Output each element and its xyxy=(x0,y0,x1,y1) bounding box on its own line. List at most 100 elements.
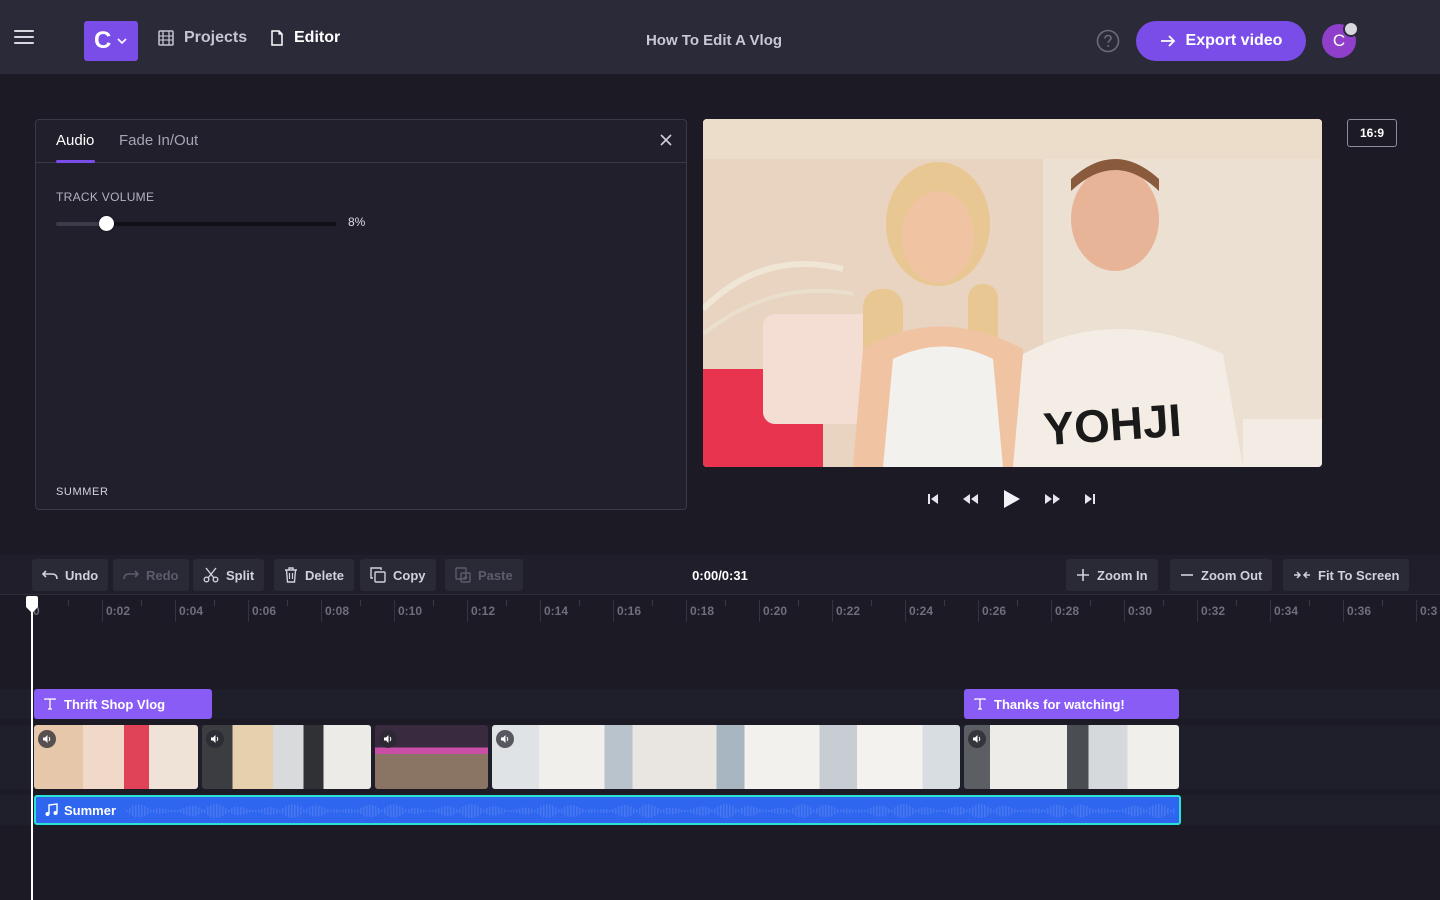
redo-button[interactable]: Redo xyxy=(113,559,189,591)
export-video-button[interactable]: Export video xyxy=(1136,21,1306,61)
waveform-bar xyxy=(279,809,281,813)
waveform-bar xyxy=(357,809,359,813)
waveform-bar xyxy=(381,809,383,813)
waveform-bar xyxy=(528,807,530,815)
waveform-bar xyxy=(825,804,827,818)
ruler-minor-tick xyxy=(506,600,507,606)
slider-thumb[interactable] xyxy=(99,216,115,231)
waveform-bar xyxy=(1020,809,1022,813)
waveform-bar xyxy=(837,809,839,813)
waveform-bar xyxy=(561,808,563,814)
split-button[interactable]: Split xyxy=(193,559,265,591)
waveform-bar xyxy=(678,809,680,813)
waveform-bar xyxy=(231,808,233,814)
fit-to-screen-button[interactable]: Fit To Screen xyxy=(1283,559,1410,591)
waveform-bar xyxy=(450,806,452,816)
waveform-bar xyxy=(1128,806,1130,816)
text-clip[interactable]: Thrift Shop Vlog xyxy=(34,689,212,719)
waveform-bar xyxy=(387,805,389,817)
ruler-label: 0:34 xyxy=(1274,604,1299,618)
nav-editor[interactable]: Editor xyxy=(270,29,340,47)
video-clip[interactable] xyxy=(202,725,371,789)
waveform-bar xyxy=(759,809,761,813)
workspace-switcher-button[interactable]: C xyxy=(84,21,138,61)
waveform-bar xyxy=(363,806,365,816)
waveform-bar xyxy=(483,809,485,813)
ruler-label: 0:26 xyxy=(982,604,1007,618)
waveform-bar xyxy=(630,806,632,816)
text-clip[interactable]: Thanks for watching! xyxy=(964,689,1179,719)
waveform-bar xyxy=(546,804,548,818)
waveform-bar xyxy=(183,807,185,815)
help-icon[interactable] xyxy=(1096,29,1120,53)
waveform-bar xyxy=(285,806,287,816)
waveform-bar xyxy=(831,806,833,816)
audio-clip[interactable]: Summer xyxy=(34,795,1181,825)
waveform-bar xyxy=(1158,804,1160,818)
video-clip[interactable] xyxy=(492,725,960,789)
zoom-in-button[interactable]: Zoom In xyxy=(1066,559,1158,591)
waveform-bar xyxy=(501,808,503,814)
zoom-out-button[interactable]: Zoom Out xyxy=(1170,559,1273,591)
nav-projects[interactable]: Projects xyxy=(158,29,247,47)
waveform-bar xyxy=(1017,809,1019,813)
waveform-bar xyxy=(924,807,926,815)
nav-editor-label: Editor xyxy=(294,29,341,46)
ruler-minor-tick xyxy=(1382,600,1383,606)
waveform-bar xyxy=(855,809,857,813)
ruler-tick xyxy=(175,600,176,622)
tab-audio[interactable]: Audio xyxy=(56,132,94,149)
waveform-bar xyxy=(1140,807,1142,815)
waveform-bar xyxy=(435,809,437,813)
waveform-bar xyxy=(729,804,731,818)
skip-to-start-icon[interactable] xyxy=(926,489,940,509)
video-clip[interactable] xyxy=(375,725,488,789)
waveform-bar xyxy=(942,809,944,813)
rewind-icon[interactable] xyxy=(960,489,980,509)
time-ruler[interactable]: 0 0:02 0:04 0:06 0:08 0:10 0:12 0:14 0:16 0:18 0:2… xyxy=(0,596,1440,626)
waveform-bar xyxy=(1167,807,1169,815)
delete-button[interactable]: Delete xyxy=(274,559,355,591)
waveform-bar xyxy=(912,807,914,815)
waveform-bar xyxy=(372,805,374,817)
waveform-bar xyxy=(666,807,668,815)
waveform-bar xyxy=(414,807,416,815)
skip-to-end-icon[interactable] xyxy=(1083,489,1097,509)
track-volume-slider[interactable] xyxy=(56,216,336,231)
tab-fade-in-out[interactable]: Fade In/Out xyxy=(119,132,198,149)
waveform-bar xyxy=(204,808,206,814)
copy-button[interactable]: Copy xyxy=(360,559,436,591)
aspect-ratio-button[interactable]: 16:9 xyxy=(1347,119,1397,147)
close-icon[interactable] xyxy=(659,133,673,147)
project-title[interactable]: How To Edit A Vlog xyxy=(600,32,828,49)
paste-button[interactable]: Paste xyxy=(445,559,523,591)
waveform-bar xyxy=(624,805,626,817)
waveform-bar xyxy=(423,809,425,813)
menu-icon[interactable] xyxy=(14,30,34,46)
audio-clip-label: Summer xyxy=(64,802,117,818)
waveform-bar xyxy=(498,807,500,815)
plus-icon xyxy=(1077,569,1089,581)
video-preview[interactable]: YOHJI xyxy=(703,119,1322,467)
undo-label: Undo xyxy=(65,567,99,583)
waveform-bar xyxy=(216,804,218,818)
video-clip[interactable] xyxy=(34,725,198,789)
ruler-tick xyxy=(1051,600,1052,622)
fast-forward-icon[interactable] xyxy=(1043,489,1063,509)
playhead-handle[interactable] xyxy=(24,596,40,614)
waveform-bar xyxy=(1152,805,1154,817)
undo-button[interactable]: Undo xyxy=(32,559,109,591)
waveform-bar xyxy=(828,805,830,817)
waveform-bar xyxy=(186,806,188,816)
waveform-bar xyxy=(264,808,266,814)
copy-label: Copy xyxy=(393,567,426,583)
video-clip[interactable] xyxy=(964,725,1179,789)
waveform-bar xyxy=(984,804,986,818)
waveform-bar xyxy=(834,807,836,815)
fit-icon xyxy=(1294,571,1310,579)
waveform-bar xyxy=(810,807,812,815)
ruler-minor-tick xyxy=(141,600,142,606)
play-icon[interactable] xyxy=(1000,489,1022,509)
ruler-minor-tick xyxy=(944,600,945,606)
waveform-bar xyxy=(660,809,662,813)
